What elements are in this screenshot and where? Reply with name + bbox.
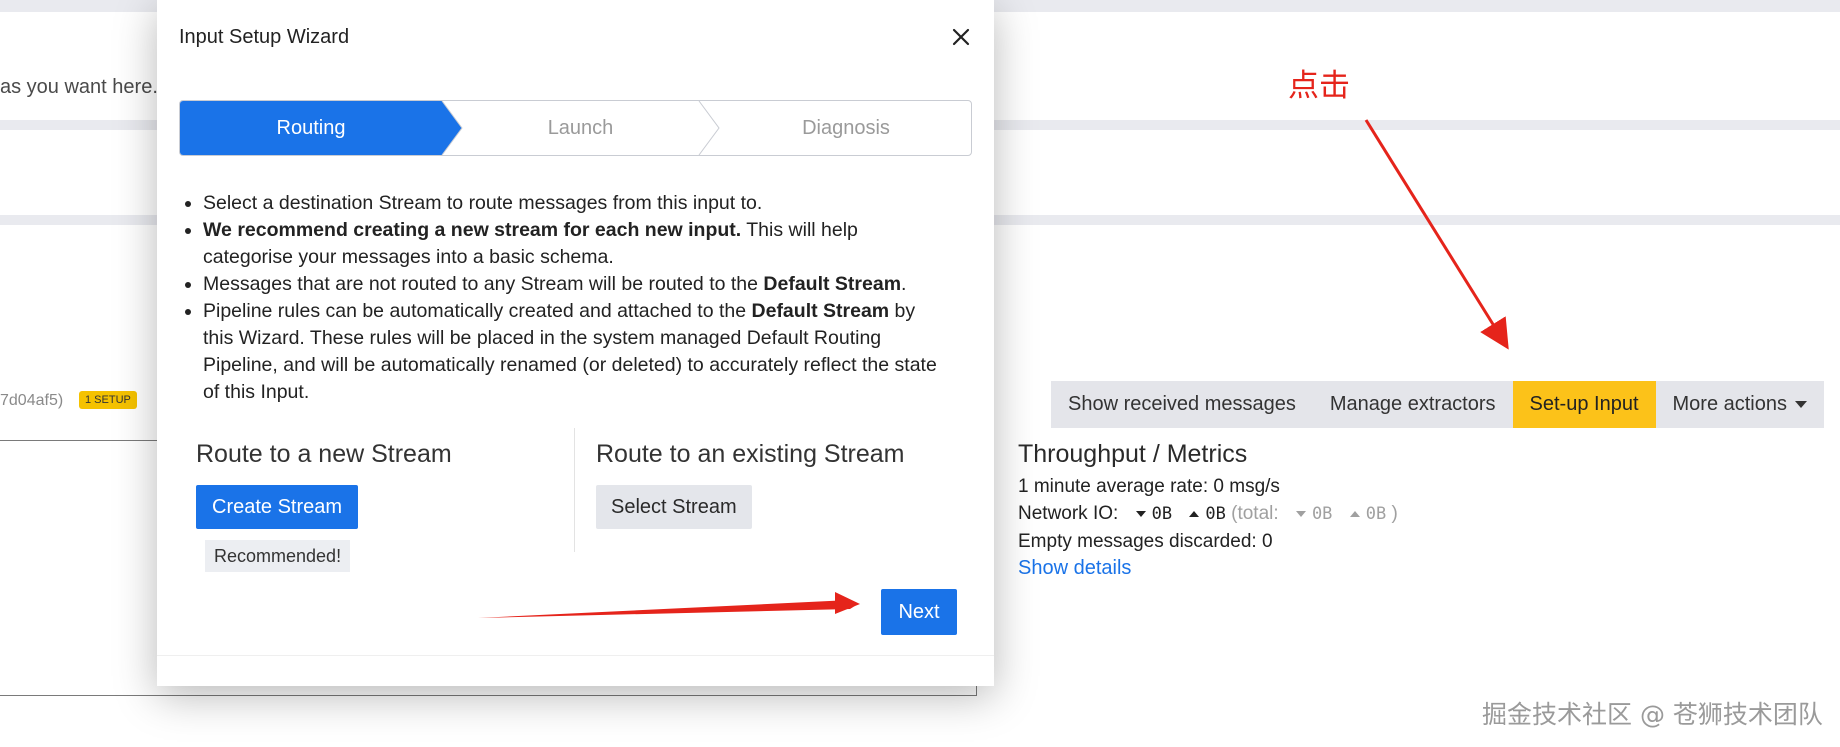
create-stream-button[interactable]: Create Stream (196, 485, 359, 529)
total-up-value: 0B (1365, 504, 1387, 524)
instruction-item: Pipeline rules can be automatically crea… (203, 298, 943, 406)
network-down-value: 0B (1151, 504, 1173, 524)
more-actions-label: More actions (1672, 393, 1788, 415)
instruction-item: Messages that are not routed to any Stre… (203, 271, 943, 298)
recommended-label: Recommended! (205, 540, 351, 572)
setup-badge: 1 SETUP (79, 391, 137, 409)
network-total-label: (total: (1231, 503, 1279, 524)
input-action-bar: Show received messages Manage extractors… (1051, 381, 1824, 428)
next-button[interactable]: Next (881, 589, 957, 635)
click-annotation-label: 点击 (1288, 68, 1350, 104)
wizard-stepper: Routing Launch Diagnosis (179, 100, 972, 156)
show-details-link[interactable]: Show details (1018, 557, 1398, 580)
modal-footer-divider (157, 655, 994, 656)
new-stream-section-title: Route to a new Stream (196, 440, 452, 468)
network-io-label: Network IO: (1018, 503, 1119, 524)
network-total: (total: 0B 0B ) (1231, 503, 1398, 524)
setup-input-button[interactable]: Set-up Input (1512, 381, 1656, 428)
step-routing[interactable]: Routing (180, 101, 442, 155)
throughput-metrics: Throughput / Metrics 1 minute average ra… (1018, 440, 1398, 580)
background-card-right (994, 12, 1840, 120)
manage-extractors-button[interactable]: Manage extractors (1312, 381, 1513, 428)
watermark: 掘金技术社区 @ 苍狮技术团队 (1482, 700, 1823, 729)
chevron-down-icon (1795, 401, 1807, 408)
show-received-messages-button[interactable]: Show received messages (1051, 381, 1313, 428)
step-diagnosis[interactable]: Diagnosis (719, 101, 971, 155)
step-launch[interactable]: Launch (462, 101, 699, 155)
close-icon[interactable] (948, 24, 974, 50)
total-down-value: 0B (1311, 504, 1333, 524)
input-id-text: 7d04af5) (0, 392, 64, 409)
total-upload-arrow-icon (1349, 511, 1360, 517)
arrow-to-setup-input (1364, 119, 1509, 350)
total-download-arrow-icon (1295, 511, 1306, 517)
background-description-text: as you want here. (0, 76, 158, 98)
input-setup-wizard-modal: Input Setup Wizard Routing Launch Diagno… (157, 0, 994, 686)
download-arrow-icon (1135, 511, 1146, 517)
existing-stream-section-title: Route to an existing Stream (596, 440, 905, 468)
metrics-title: Throughput / Metrics (1018, 440, 1248, 468)
more-actions-button[interactable]: More actions (1655, 381, 1824, 428)
routing-instructions: Select a destination Stream to route mes… (183, 190, 943, 406)
section-divider (574, 428, 575, 552)
network-up-value: 0B (1205, 504, 1226, 524)
instruction-item: Select a destination Stream to route mes… (203, 190, 943, 217)
select-stream-button[interactable]: Select Stream (596, 485, 752, 529)
upload-arrow-icon (1189, 511, 1200, 517)
instruction-item: We recommend creating a new stream for e… (203, 217, 943, 271)
average-rate: 1 minute average rate: 0 msg/s (1018, 476, 1280, 497)
network-io: Network IO: 0B 0B (total: 0B 0B ) (1018, 500, 1398, 528)
modal-title: Input Setup Wizard (179, 26, 350, 48)
network-total-close: ) (1391, 503, 1398, 524)
empty-messages-discarded: Empty messages discarded: 0 (1018, 531, 1273, 552)
